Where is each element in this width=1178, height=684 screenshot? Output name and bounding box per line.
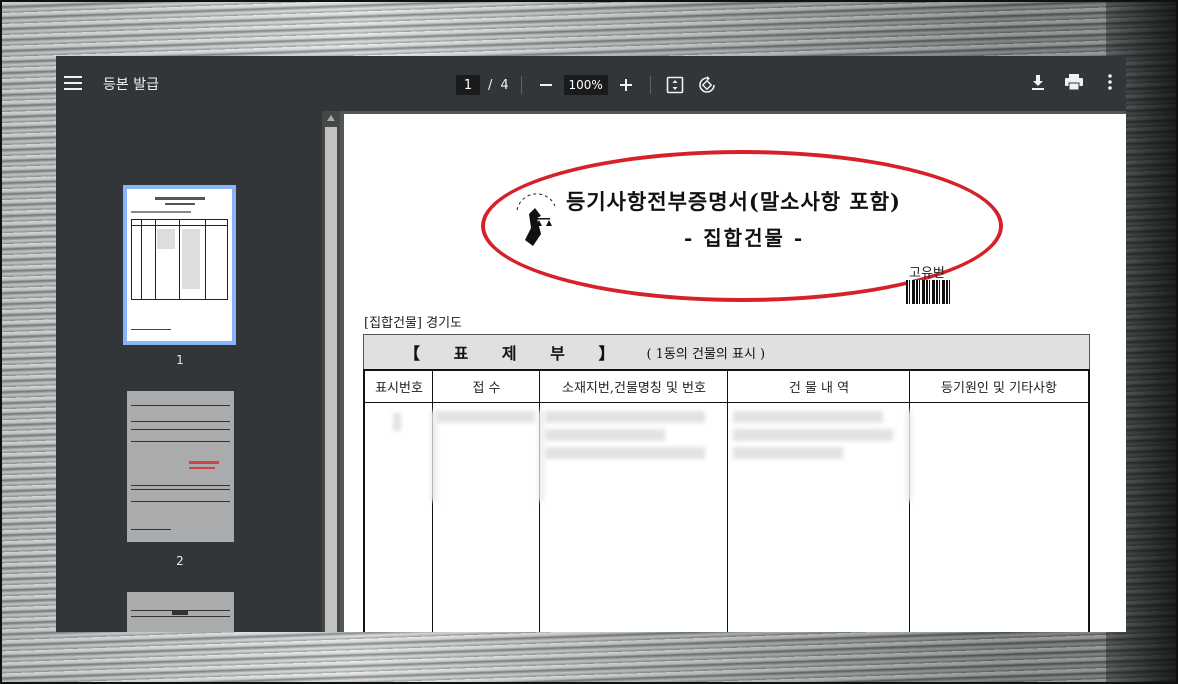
download-icon	[1032, 75, 1044, 90]
page-thumbnail-3[interactable]	[127, 592, 234, 632]
page-number-input[interactable]	[456, 75, 480, 95]
print-icon	[1065, 74, 1083, 90]
redacted-content	[538, 411, 544, 501]
rotate-button[interactable]	[695, 73, 719, 97]
more-vert-icon	[1108, 74, 1112, 90]
more-options-button[interactable]	[1098, 70, 1122, 94]
redacted-content	[545, 429, 665, 441]
certificate-title: 등기사항전부증명서(말소사항 포함)	[566, 189, 901, 214]
thumbnail-preview	[131, 197, 228, 330]
thumbnail-label-1: 1	[176, 353, 184, 367]
page-controls: / 4	[456, 73, 719, 97]
redacted-content	[545, 411, 705, 423]
thumbnail-scrollbar[interactable]	[322, 111, 340, 632]
divider	[649, 76, 651, 94]
section-title: 【 표 제 부 】	[404, 344, 629, 363]
zoom-input[interactable]	[563, 75, 608, 95]
toolbar: 등본 발급 / 4	[56, 56, 1126, 111]
column-header: 표시번호	[365, 371, 433, 403]
page-thumbnail-1[interactable]	[123, 185, 236, 345]
column-header: 접 수	[433, 371, 540, 403]
column-header: 소재지번,건물명칭 및 번호	[540, 371, 728, 403]
fit-page-icon	[666, 76, 683, 94]
redacted-content	[393, 413, 401, 431]
rotate-icon	[698, 76, 715, 93]
document-title: 등본 발급	[103, 77, 159, 93]
unique-number-label: 고유번	[909, 266, 945, 281]
document-page: 등기사항전부증명서(말소사항 포함) - 집합건물 - 고유번 [집합건물] 경…	[344, 114, 1126, 632]
redacted-content	[545, 447, 705, 459]
thumbnail-preview	[131, 610, 230, 617]
menu-icon	[64, 76, 82, 90]
print-button[interactable]	[1062, 70, 1086, 94]
certificate-subtitle: - 집합건물 -	[684, 226, 805, 250]
barcode	[906, 280, 952, 304]
zoom-in-button[interactable]	[614, 73, 638, 97]
thumbnail-preview	[131, 405, 230, 530]
redacted-content	[435, 411, 535, 423]
scroll-up-icon[interactable]	[327, 115, 335, 121]
section-header: 【 표 제 부 】 ( 1동의 건물의 표시 )	[363, 334, 1090, 369]
pdf-viewer: 등본 발급 / 4	[56, 56, 1126, 632]
scrollbar-thumb[interactable]	[325, 127, 337, 632]
redacted-content	[733, 411, 883, 423]
download-button[interactable]	[1026, 70, 1050, 94]
table-column	[365, 371, 433, 632]
column-header: 건 물 내 역	[728, 371, 910, 403]
court-seal-icon	[516, 193, 556, 246]
region-text: [집합건물] 경기도	[364, 316, 462, 331]
page-thumbnail-2[interactable]	[127, 391, 234, 542]
redacted-content	[431, 411, 437, 501]
right-tools	[1014, 70, 1126, 94]
thumbnail-sidebar: 1 2	[56, 111, 322, 632]
column-header: 등기원인 및 기타사항	[910, 371, 1088, 403]
menu-button[interactable]	[58, 68, 88, 98]
register-table: 표시번호 접 수 소재지번,건물명칭 및 번호 건 물 내 역 등기원인 및 기…	[363, 369, 1090, 632]
redacted-content	[733, 447, 843, 459]
redacted-content	[906, 411, 912, 501]
zoom-out-button[interactable]	[534, 73, 558, 97]
zoom-in-icon	[619, 79, 632, 91]
divider	[520, 76, 522, 94]
fit-page-button[interactable]	[663, 73, 687, 97]
page-total: 4	[500, 77, 509, 93]
thumbnail-label-2: 2	[176, 554, 184, 568]
page-separator: /	[488, 77, 493, 93]
redacted-content	[733, 429, 893, 441]
section-note: ( 1동의 건물의 표시 )	[646, 346, 766, 362]
zoom-out-icon	[539, 84, 552, 86]
